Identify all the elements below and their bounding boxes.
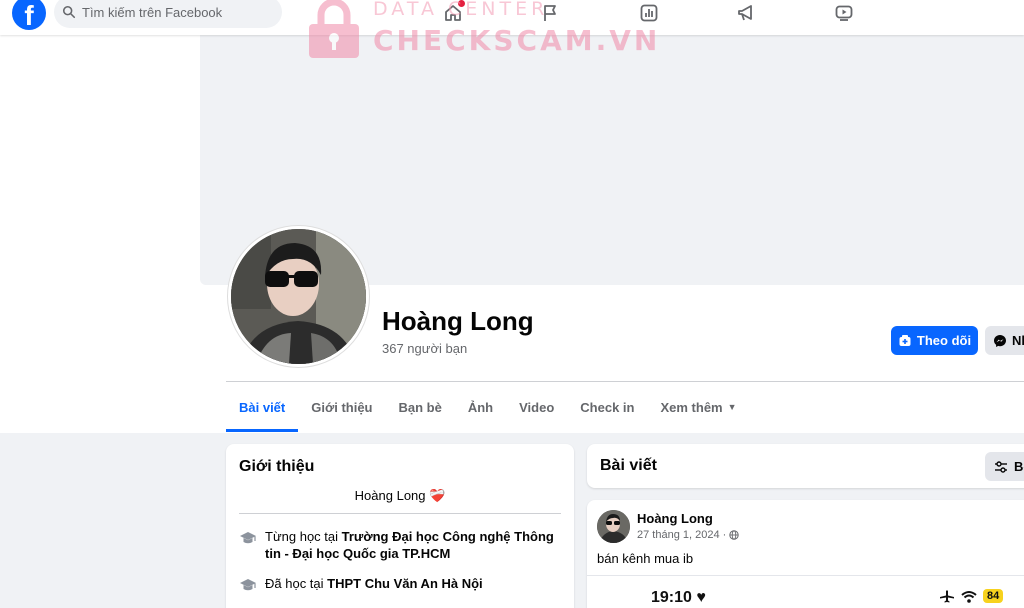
tab-label: Giới thiệu [311, 399, 373, 415]
filter-label: Bộ [1014, 459, 1024, 474]
posts-title: Bài viết [600, 457, 657, 474]
dot-separator: · [722, 529, 727, 541]
post-text: bán kênh mua ib [597, 551, 694, 566]
profile-tabs: Bài viết Giới thiệu Bạn bè Ảnh Video Che… [226, 382, 750, 432]
airplane-icon [940, 590, 954, 603]
chart-icon[interactable] [638, 2, 660, 24]
tab-label: Bài viết [239, 399, 286, 415]
tab-label: Bạn bè [398, 399, 442, 415]
tab-more[interactable]: Xem thêm ▼ [647, 382, 749, 432]
flag-icon[interactable] [540, 2, 562, 24]
caret-down-icon: ▼ [727, 402, 737, 412]
intro-education-item: Đã học tại THPT Chu Văn An Hà Nội [239, 575, 564, 594]
follow-button[interactable]: Theo dõi [891, 326, 978, 355]
intro-bio: Hoàng Long ❤️‍🩹 [226, 488, 574, 504]
filter-button[interactable]: Bộ [985, 452, 1024, 481]
education-prefix: Từng học tại [265, 529, 342, 544]
screenshot-phone-time: 19:10 ♥ [651, 589, 706, 607]
tab-about[interactable]: Giới thiệu [298, 382, 385, 432]
top-navigation-bar: f [0, 0, 1024, 35]
post-divider [587, 575, 1024, 576]
tab-label: Xem thêm [660, 399, 723, 415]
post-author-name[interactable]: Hoàng Long [637, 511, 713, 526]
video-icon[interactable] [833, 2, 855, 24]
screenshot-phone-status: 84 [939, 589, 1004, 603]
intro-divider [239, 513, 561, 514]
home-icon[interactable] [442, 0, 465, 24]
post-author-avatar[interactable] [597, 510, 630, 543]
graduation-cap-icon [240, 579, 256, 591]
tab-label: Ảnh [467, 399, 494, 415]
phone-time-text: 19:10 [651, 589, 692, 606]
search-input[interactable] [82, 4, 272, 20]
intro-title: Giới thiệu [239, 458, 315, 475]
profile-name: Hoàng Long [382, 306, 534, 336]
tab-video[interactable]: Video [506, 382, 567, 432]
search-box[interactable] [54, 0, 282, 28]
tab-posts[interactable]: Bài viết [226, 382, 299, 432]
facebook-logo[interactable]: f [12, 0, 46, 31]
tab-label: Video [519, 399, 555, 415]
intro-card: Giới thiệu Hoàng Long ❤️‍🩹 Từng học tại … [226, 444, 574, 608]
graduation-cap-icon [240, 532, 256, 544]
tab-friends[interactable]: Bạn bè [386, 382, 455, 432]
globe-icon [729, 530, 739, 540]
megaphone-icon[interactable] [735, 2, 757, 24]
posts-header-card: Bài viết Bộ [587, 444, 1024, 488]
tab-photos[interactable]: Ảnh [455, 382, 506, 432]
filter-sliders-icon [995, 460, 1007, 473]
post-card: Hoàng Long 27 tháng 1, 2024 · bán kênh m… [587, 500, 1024, 608]
friend-count[interactable]: 367 người bạn [382, 341, 467, 356]
tab-label: Check in [580, 399, 635, 415]
battery-indicator: 84 [983, 589, 1004, 603]
follow-icon [899, 334, 911, 346]
follow-label: Theo dõi [916, 333, 972, 348]
intro-education-item: Từng học tại Trường Đại học Công nghệ Th… [239, 528, 564, 562]
message-button[interactable]: Nh [985, 326, 1024, 355]
notification-dot [458, 0, 465, 7]
message-label: Nh [1012, 333, 1024, 348]
intro-bio-text: Hoàng Long [354, 488, 426, 503]
profile-avatar[interactable] [228, 226, 369, 367]
education-school-link[interactable]: THPT Chu Văn An Hà Nội [327, 576, 483, 591]
education-prefix: Đã học tại [265, 576, 328, 591]
wifi-icon [961, 590, 977, 603]
search-icon [62, 5, 76, 19]
mending-heart-icon: ❤️‍🩹 [429, 488, 446, 503]
post-meta: 27 tháng 1, 2024 · [637, 529, 739, 541]
tab-checkin[interactable]: Check in [567, 382, 647, 432]
heart-icon: ♥ [696, 589, 706, 606]
messenger-icon [994, 334, 1006, 347]
post-date[interactable]: 27 tháng 1, 2024 [637, 529, 720, 541]
